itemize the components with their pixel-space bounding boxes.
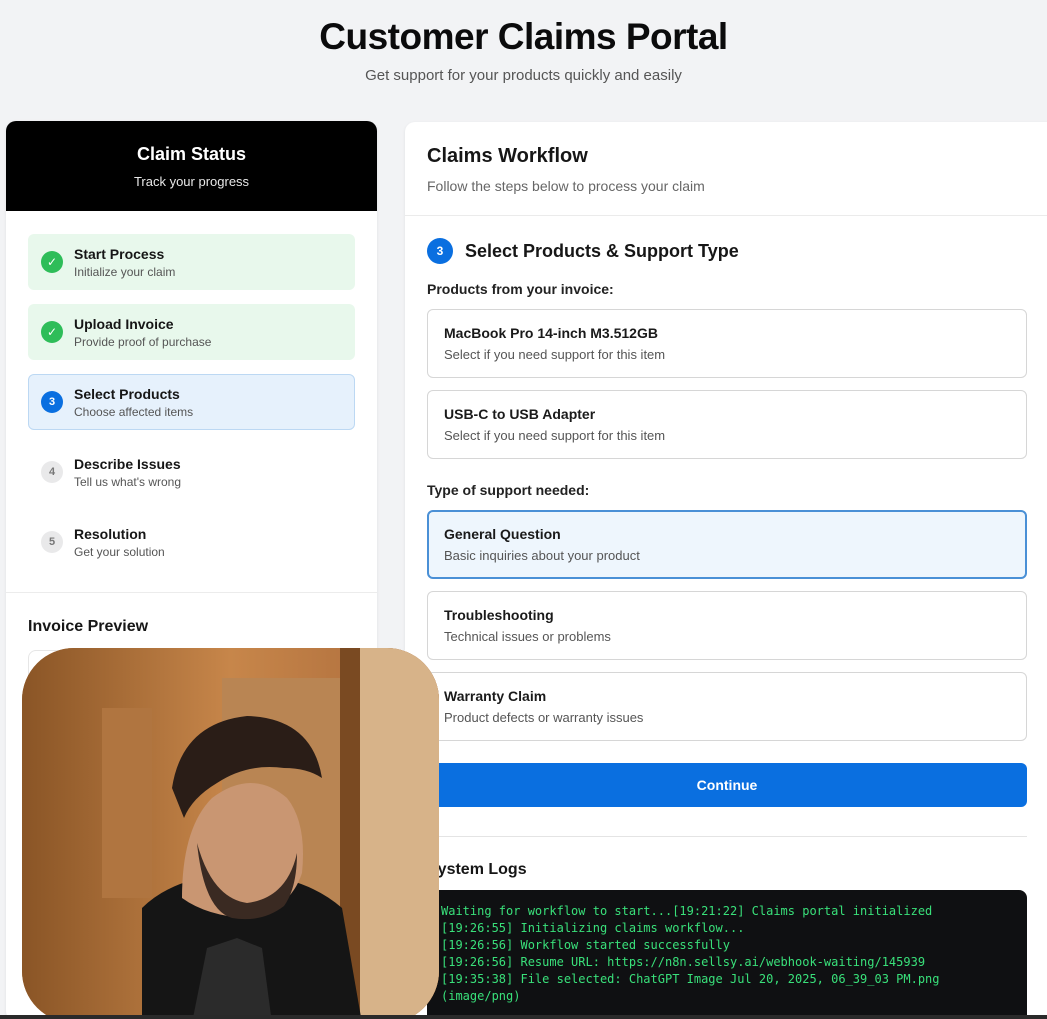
- option-desc: Basic inquiries about your product: [444, 548, 640, 563]
- presenter-video-image: [22, 648, 439, 1019]
- step-desc: Provide proof of purchase: [74, 334, 212, 349]
- support-option-warranty-claim[interactable]: Warranty Claim Product defects or warran…: [427, 672, 1027, 741]
- step-title: Upload Invoice: [74, 315, 174, 332]
- section-header: 3 Select Products & Support Type: [427, 238, 1035, 264]
- section-title: Select Products & Support Type: [465, 240, 739, 261]
- check-circle-icon: ✓: [41, 251, 63, 273]
- option-title: USB-C to USB Adapter: [444, 406, 596, 422]
- check-circle-icon: ✓: [41, 321, 63, 343]
- log-line: [19:26:55] Initializing claims workflow.…: [441, 921, 745, 935]
- step-number-badge: 3: [41, 391, 63, 413]
- step-start-process[interactable]: ✓ Start Process Initialize your claim: [28, 234, 355, 290]
- step-resolution[interactable]: 5 Resolution Get your solution: [28, 514, 355, 570]
- continue-button[interactable]: Continue: [427, 763, 1027, 807]
- support-option-troubleshooting[interactable]: Troubleshooting Technical issues or prob…: [427, 591, 1027, 660]
- page-title: Customer Claims Portal: [319, 16, 728, 57]
- option-title: General Question: [444, 526, 561, 542]
- step-select-products[interactable]: 3 Select Products Choose affected items: [28, 374, 355, 430]
- system-logs-console[interactable]: Waiting for workflow to start...[19:21:2…: [427, 890, 1027, 1019]
- step-number-badge: 5: [41, 531, 63, 553]
- option-desc: Product defects or warranty issues: [444, 710, 644, 725]
- option-title: Troubleshooting: [444, 607, 554, 623]
- log-line: (image/png): [441, 989, 521, 1003]
- step-desc: Choose affected items: [74, 404, 194, 419]
- log-line: Waiting for workflow to start...[19:21:2…: [441, 904, 933, 918]
- claims-workflow-panel: Claims Workflow Follow the steps below t…: [405, 122, 1047, 1019]
- log-line: [19:35:38] File selected: ChatGPT Image …: [441, 972, 940, 986]
- option-desc: Select if you need support for this item: [444, 347, 666, 362]
- system-logs-title: System Logs: [427, 861, 527, 878]
- workflow-body: 3 Select Products & Support Type Product…: [405, 216, 1047, 1019]
- invoice-preview-title: Invoice Preview: [28, 618, 149, 635]
- video-bottom-bar: [0, 1015, 1047, 1019]
- option-title: MacBook Pro 14-inch M3.512GB: [444, 325, 658, 341]
- support-option-general-question[interactable]: General Question Basic inquiries about y…: [427, 510, 1027, 579]
- webcam-overlay: [22, 648, 439, 1019]
- step-desc: Get your solution: [74, 544, 165, 559]
- claim-status-subtitle: Track your progress: [133, 174, 250, 189]
- products-label: Products from your invoice:: [427, 281, 614, 297]
- option-title: Warranty Claim: [444, 688, 547, 704]
- workflow-description: Follow the steps below to process your c…: [427, 178, 705, 194]
- claim-status-title: Claim Status: [136, 144, 247, 164]
- option-desc: Technical issues or problems: [444, 629, 611, 644]
- step-number-badge: 3: [427, 238, 453, 264]
- step-desc: Initialize your claim: [74, 264, 176, 279]
- product-option-macbook[interactable]: MacBook Pro 14-inch M3.512GB Select if y…: [427, 309, 1027, 378]
- step-number-badge: 4: [41, 461, 63, 483]
- step-title: Describe Issues: [74, 455, 181, 472]
- support-type-label: Type of support needed:: [427, 482, 590, 498]
- step-title: Resolution: [74, 525, 147, 542]
- claim-status-header: Claim Status Track your progress: [6, 121, 377, 211]
- workflow-title: Claims Workflow: [427, 145, 588, 167]
- progress-steps: ✓ Start Process Initialize your claim ✓ …: [6, 211, 377, 570]
- page-subtitle: Get support for your products quickly an…: [365, 67, 682, 84]
- step-title: Start Process: [74, 245, 165, 262]
- log-line: [19:26:56] Workflow started successfully: [441, 938, 730, 952]
- log-line: [19:26:56] Resume URL: https://n8n.sells…: [441, 955, 926, 969]
- divider: [427, 836, 1027, 837]
- page-header: Customer Claims Portal Get support for y…: [0, 0, 1047, 84]
- step-title: Select Products: [74, 385, 180, 402]
- product-option-usb-adapter[interactable]: USB-C to USB Adapter Select if you need …: [427, 390, 1027, 459]
- workflow-header: Claims Workflow Follow the steps below t…: [405, 122, 1047, 216]
- step-desc: Tell us what's wrong: [74, 474, 182, 489]
- step-describe-issues[interactable]: 4 Describe Issues Tell us what's wrong: [28, 444, 355, 500]
- option-desc: Select if you need support for this item: [444, 428, 666, 443]
- step-upload-invoice[interactable]: ✓ Upload Invoice Provide proof of purcha…: [28, 304, 355, 360]
